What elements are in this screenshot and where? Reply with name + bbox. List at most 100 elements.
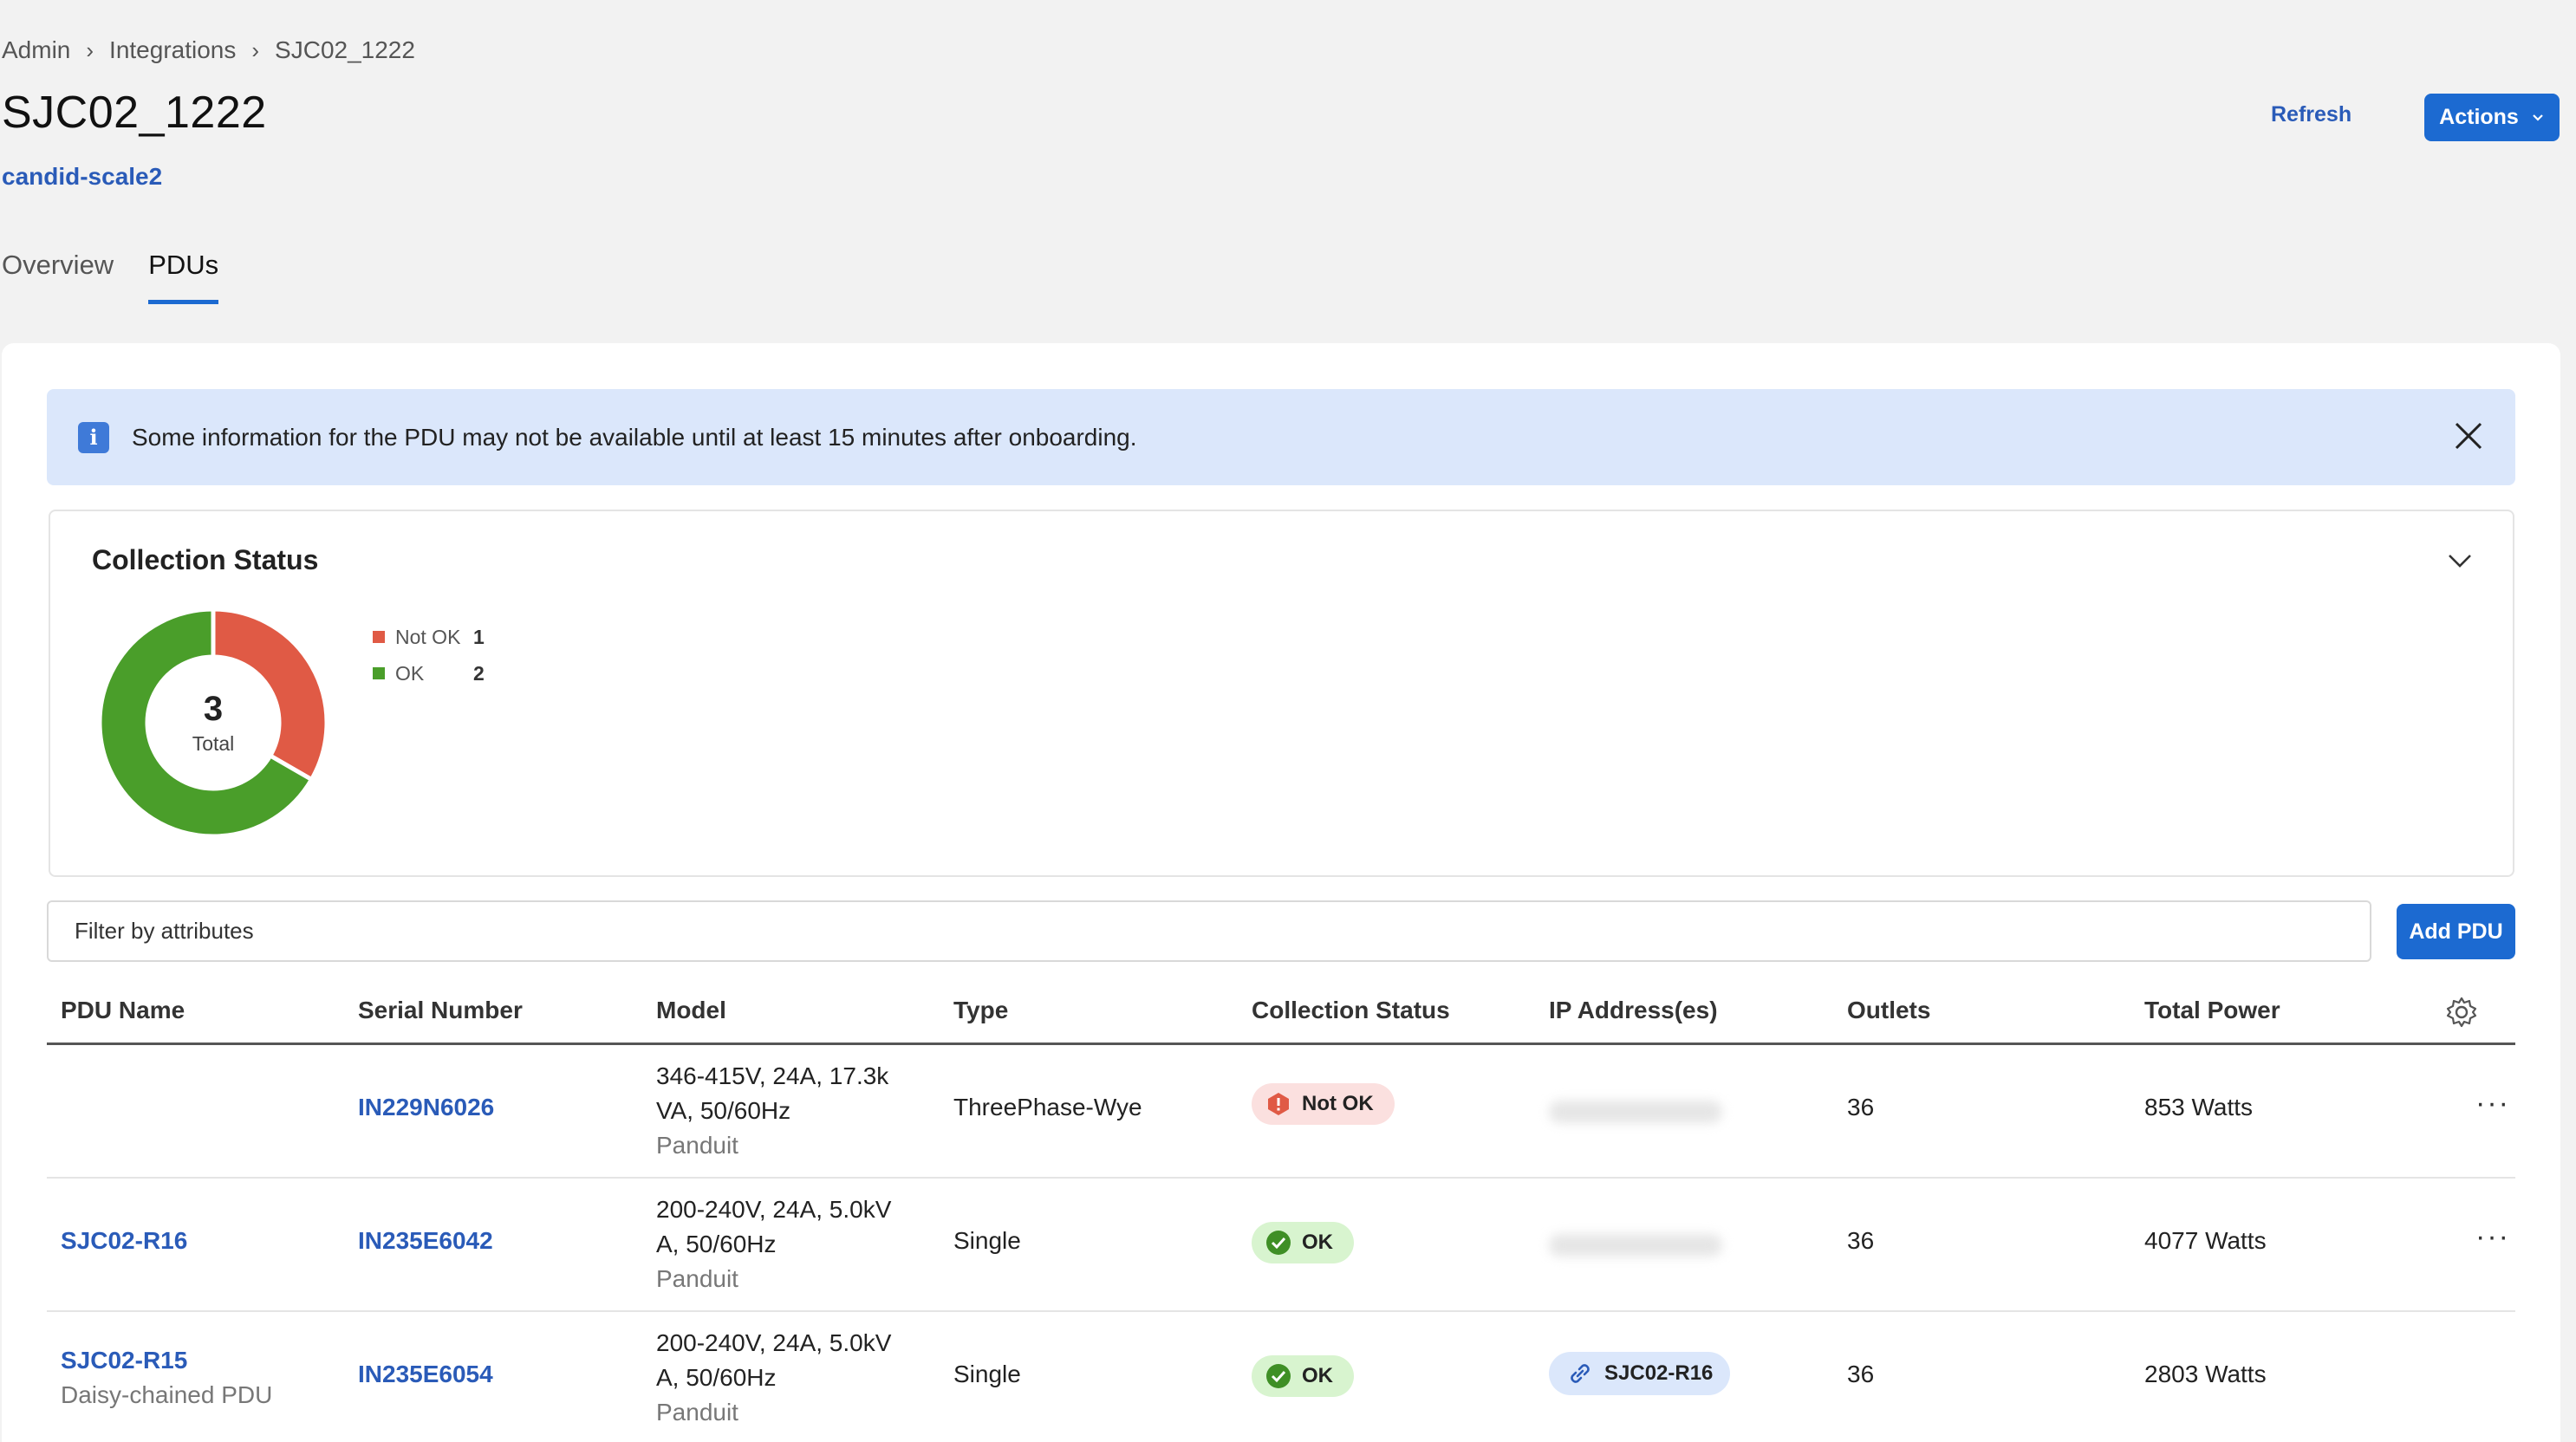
- breadcrumb-admin[interactable]: Admin: [2, 36, 70, 64]
- legend-item-not-ok: Not OK 1: [373, 619, 485, 655]
- pdu-name-link[interactable]: SJC02-R16: [61, 1227, 187, 1255]
- collapse-chevron-icon[interactable]: [2445, 546, 2475, 575]
- column-header-total-power[interactable]: Total Power: [2144, 997, 2280, 1024]
- chevron-down-icon: [2533, 114, 2543, 121]
- model-vendor: Panduit: [656, 1265, 738, 1292]
- page-subtitle-link[interactable]: candid-scale2: [2, 163, 162, 191]
- model-line: 346-415V, 24A, 17.3k: [656, 1062, 889, 1089]
- breadcrumb-separator-icon: ›: [251, 36, 260, 63]
- info-icon: i: [78, 421, 109, 453]
- linked-pdu-label: SJC02-R16: [1604, 1361, 1714, 1385]
- type-cell: Single: [953, 1361, 1021, 1387]
- more-options-icon[interactable]: ···: [2475, 1087, 2510, 1120]
- type-cell: Single: [953, 1227, 1021, 1254]
- type-cell: ThreePhase-Wye: [953, 1094, 1142, 1120]
- collection-status-title: Collection Status: [92, 544, 319, 575]
- model-line: VA, 50/60Hz: [656, 1097, 791, 1124]
- model-cell: 200-240V, 24A, 5.0kV A, 50/60Hz Panduit: [656, 1326, 891, 1430]
- model-line: A, 50/60Hz: [656, 1364, 777, 1391]
- legend-label: OK: [395, 661, 425, 685]
- info-banner: i Some information for the PDU may not b…: [47, 389, 2515, 485]
- serial-number-link[interactable]: IN235E6042: [358, 1227, 493, 1255]
- link-icon: [1571, 1364, 1590, 1383]
- model-line: A, 50/60Hz: [656, 1231, 777, 1257]
- page-title: SJC02_1222: [2, 88, 267, 138]
- linked-pdu-chip[interactable]: SJC02-R16: [1549, 1352, 1731, 1395]
- column-header-outlets[interactable]: Outlets: [1847, 997, 1930, 1024]
- status-badge: Not OK: [1252, 1083, 1395, 1125]
- model-line: 200-240V, 24A, 5.0kV: [656, 1196, 892, 1223]
- table-header: PDU Name Serial Number Model Type Collec…: [47, 979, 2515, 1045]
- outlets-cell: 36: [1847, 1227, 1875, 1254]
- ip-address-cell: [1549, 1101, 1722, 1123]
- check-circle-icon: [1266, 1231, 1291, 1255]
- ip-address-cell: [1549, 1234, 1722, 1257]
- outlets-cell: 36: [1847, 1361, 1875, 1387]
- more-options-icon[interactable]: ···: [2475, 1220, 2510, 1254]
- column-header-model[interactable]: Model: [656, 997, 726, 1024]
- column-header-type[interactable]: Type: [953, 997, 1008, 1024]
- refresh-button[interactable]: Refresh: [2271, 102, 2352, 127]
- model-line: 200-240V, 24A, 5.0kV: [656, 1329, 892, 1356]
- redacted-ip: [1549, 1101, 1722, 1123]
- collection-status-cell: Not OK: [1252, 1083, 1395, 1125]
- legend-item-ok: OK 2: [373, 655, 485, 692]
- column-header-serial-number[interactable]: Serial Number: [358, 997, 523, 1024]
- error-icon: [1268, 1093, 1289, 1115]
- tab-bar: Overview PDUs: [2, 250, 219, 304]
- breadcrumb-separator-icon: ›: [86, 36, 94, 63]
- column-header-ip-addresses[interactable]: IP Address(es): [1549, 997, 1718, 1024]
- breadcrumb-integrations[interactable]: Integrations: [109, 36, 236, 64]
- outlets-cell: 36: [1847, 1094, 1875, 1120]
- pdu-table: PDU Name Serial Number Model Type Collec…: [47, 979, 2515, 1442]
- serial-number-link[interactable]: IN229N6026: [358, 1094, 494, 1121]
- legend-swatch-ok: [373, 667, 385, 679]
- donut-total-value: 3: [203, 690, 224, 728]
- gear-icon[interactable]: [2444, 995, 2479, 1030]
- model-vendor: Panduit: [656, 1132, 738, 1159]
- model-cell: 346-415V, 24A, 17.3k VA, 50/60Hz Panduit: [656, 1059, 888, 1163]
- model-vendor: Panduit: [656, 1399, 738, 1426]
- legend-value: 1: [473, 625, 485, 648]
- model-cell: 200-240V, 24A, 5.0kV A, 50/60Hz Panduit: [656, 1192, 891, 1296]
- collection-status-cell: OK: [1252, 1355, 1354, 1397]
- add-pdu-button[interactable]: Add PDU: [2397, 904, 2515, 959]
- pdu-name-cell: SJC02-R15 Daisy-chained PDU: [61, 1343, 272, 1413]
- legend-value: 2: [473, 661, 485, 685]
- pdu-name-link[interactable]: SJC02-R15: [61, 1343, 272, 1378]
- total-power-cell: 2803 Watts: [2144, 1361, 2267, 1387]
- status-badge-label: OK: [1302, 1231, 1333, 1254]
- ip-address-cell: SJC02-R16: [1549, 1352, 1731, 1395]
- table-row[interactable]: IN229N6026 346-415V, 24A, 17.3k VA, 50/6…: [47, 1045, 2515, 1179]
- status-badge-label: Not OK: [1302, 1092, 1374, 1115]
- banner-message: Some information for the PDU may not be …: [132, 423, 1137, 451]
- actions-button[interactable]: Actions: [2424, 94, 2560, 141]
- status-badge-label: OK: [1302, 1364, 1333, 1387]
- breadcrumb-current: SJC02_1222: [275, 36, 415, 63]
- total-power-cell: 853 Watts: [2144, 1094, 2254, 1120]
- redacted-ip: [1549, 1234, 1722, 1257]
- total-power-cell: 4077 Watts: [2144, 1227, 2267, 1254]
- status-badge: OK: [1252, 1355, 1354, 1397]
- donut-total: 3 Total: [99, 608, 328, 837]
- column-header-pdu-name[interactable]: PDU Name: [61, 997, 185, 1024]
- check-circle-icon: [1266, 1364, 1291, 1388]
- table-row[interactable]: SJC02-R15 Daisy-chained PDU IN235E6054 2…: [47, 1312, 2515, 1442]
- tab-overview[interactable]: Overview: [2, 250, 114, 304]
- chart-legend: Not OK 1 OK 2: [373, 619, 485, 692]
- legend-label: Not OK: [395, 625, 461, 648]
- legend-swatch-not-ok: [373, 631, 385, 643]
- tab-pdus[interactable]: PDUs: [148, 250, 219, 304]
- close-icon[interactable]: [2451, 419, 2486, 453]
- donut-total-label: Total: [192, 732, 235, 755]
- collection-status-card: Collection Status 3 Total Not OK 1 OK 2: [49, 510, 2514, 877]
- breadcrumb: Admin › Integrations › SJC02_1222: [2, 35, 415, 66]
- pdu-name-subtext: Daisy-chained PDU: [61, 1381, 273, 1408]
- filter-input[interactable]: [47, 900, 2371, 962]
- actions-button-label: Actions: [2439, 105, 2519, 129]
- collection-status-cell: OK: [1252, 1222, 1354, 1263]
- column-header-collection-status[interactable]: Collection Status: [1252, 997, 1450, 1024]
- serial-number-link[interactable]: IN235E6054: [358, 1361, 493, 1388]
- status-badge: OK: [1252, 1222, 1354, 1263]
- table-row[interactable]: SJC02-R16 IN235E6042 200-240V, 24A, 5.0k…: [47, 1179, 2515, 1312]
